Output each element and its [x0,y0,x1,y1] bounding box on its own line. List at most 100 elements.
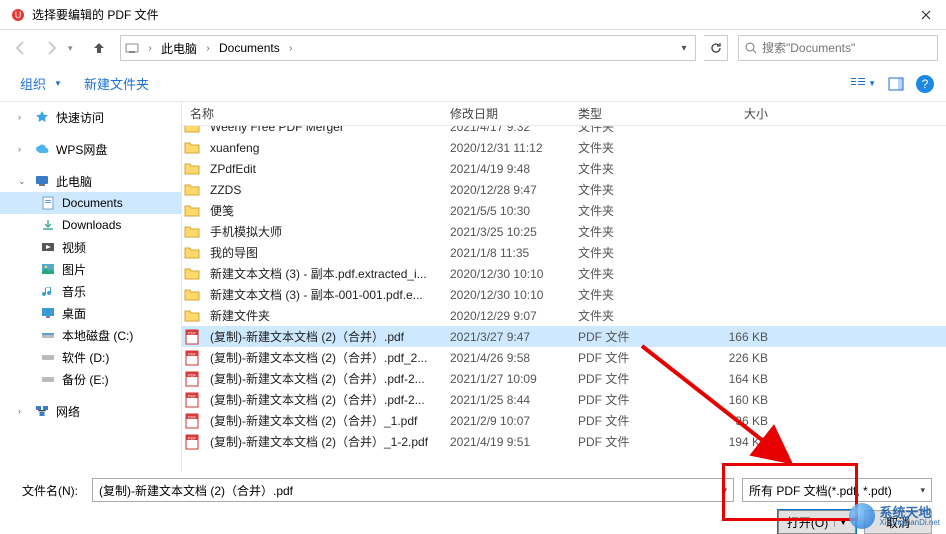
cancel-button[interactable]: 取消 [864,510,932,534]
nav-up-button[interactable] [86,35,112,61]
sidebar-item-videos[interactable]: 视频 [0,236,181,258]
sidebar-item-network[interactable]: ›网络 [0,400,181,422]
chevron-down-icon[interactable]: ▾ [722,485,727,496]
file-pane: 名称 修改日期 类型 大小 Weeny Free PDF Merger2021/… [182,102,946,472]
breadcrumb-seg-documents[interactable]: Documents [215,41,284,55]
file-row[interactable]: PDF(复制)-新建文本文档 (2)（合并）.pdf-2...2021/1/25… [182,389,946,410]
col-size[interactable]: 大小 [678,105,788,122]
refresh-button[interactable] [704,35,728,61]
chevron-down-icon[interactable]: ▾ [920,485,925,496]
file-row[interactable]: PDF(复制)-新建文本文档 (2)（合并）_1.pdf2021/2/9 10:… [182,410,946,431]
star-icon [34,109,50,125]
drive-icon [40,327,56,343]
search-icon [745,42,758,55]
file-type: 文件夹 [570,160,678,177]
file-row[interactable]: PDF(复制)-新建文本文档 (2)（合并）.pdf_2...2021/4/26… [182,347,946,368]
view-mode-button[interactable]: ▼ [844,77,882,91]
breadcrumb-root-icon [121,41,143,55]
svg-text:PDF: PDF [188,435,197,440]
pdf-icon: PDF [182,413,202,429]
sidebar-item-diskd[interactable]: 软件 (D:) [0,346,181,368]
pc-icon [34,173,50,189]
search-box[interactable] [738,35,938,61]
sidebar: ›快速访问 ›WPS网盘 ⌄此电脑 Documents Downloads 视频… [0,102,182,472]
col-type[interactable]: 类型 [570,105,678,122]
newfolder-button[interactable]: 新建文件夹 [76,70,157,97]
search-input[interactable] [762,41,931,55]
sidebar-item-music[interactable]: 音乐 [0,280,181,302]
file-row[interactable]: PDF(复制)-新建文本文档 (2)（合并）_1-2.pdf2021/4/19 … [182,431,946,452]
sidebar-item-thispc[interactable]: ⌄此电脑 [0,170,181,192]
file-date: 2021/1/27 10:09 [442,372,570,386]
filename-input[interactable]: (复制)-新建文本文档 (2)（合并）.pdf ▾ [92,478,734,502]
folder-icon [182,287,202,303]
col-name[interactable]: 名称 [182,105,442,122]
col-date[interactable]: 修改日期 [442,105,570,122]
open-button[interactable]: 打开(O) ▼ [778,510,856,534]
file-type-filter[interactable]: 所有 PDF 文档(*.pdf, *.pdt) ▾ [742,478,932,502]
sidebar-label: 视频 [62,239,86,256]
file-name: Weeny Free PDF Merger [202,126,442,134]
preview-pane-button[interactable] [882,77,910,91]
help-button[interactable]: ? [916,75,934,93]
filename-value: (复制)-新建文本文档 (2)（合并）.pdf [99,482,293,499]
chevron-right-icon: › [143,43,157,54]
sidebar-item-diskc[interactable]: 本地磁盘 (C:) [0,324,181,346]
file-type: PDF 文件 [570,370,678,387]
file-name: ZZDS [202,183,442,197]
network-icon [34,403,50,419]
file-row[interactable]: PDF(复制)-新建文本文档 (2)（合并）.pdf2021/3/27 9:47… [182,326,946,347]
file-row[interactable]: ZZDS2020/12/28 9:47文件夹 [182,179,946,200]
file-type: 文件夹 [570,286,678,303]
breadcrumb-seg-thispc[interactable]: 此电脑 [157,40,201,57]
pdf-icon: PDF [182,371,202,387]
folder-icon [182,245,202,261]
nav-history-dropdown[interactable]: ▾ [68,43,82,54]
sidebar-item-quick[interactable]: ›快速访问 [0,106,181,128]
chevron-right-icon: › [18,112,28,122]
file-size: 160 KB [678,393,788,407]
breadcrumb[interactable]: › 此电脑 › Documents › ▾ [120,35,696,61]
file-name: 新建文件夹 [202,307,442,324]
drive-icon [40,349,56,365]
desktop-icon [40,305,56,321]
file-type: 文件夹 [570,202,678,219]
music-icon [40,283,56,299]
column-headers[interactable]: 名称 修改日期 类型 大小 [182,102,946,126]
file-row[interactable]: PDF(复制)-新建文本文档 (2)（合并）.pdf-2...2021/1/27… [182,368,946,389]
file-name: 我的导图 [202,244,442,261]
folder-icon [182,224,202,240]
file-row[interactable]: xuanfeng2020/12/31 11:12文件夹 [182,137,946,158]
nav-forward-button[interactable] [38,35,64,61]
nav-back-button[interactable] [8,35,34,61]
file-row[interactable]: ZPdfEdit2021/4/19 9:48文件夹 [182,158,946,179]
chevron-down-icon[interactable]: ▼ [834,518,847,527]
chevron-right-icon: › [201,43,215,54]
sidebar-item-wps[interactable]: ›WPS网盘 [0,138,181,160]
file-list[interactable]: Weeny Free PDF Merger2021/4/17 9:32文件夹xu… [182,126,946,472]
file-row[interactable]: 手机模拟大师2021/3/25 10:25文件夹 [182,221,946,242]
file-date: 2020/12/31 11:12 [442,141,570,155]
file-row[interactable]: 我的导图2021/1/8 11:35文件夹 [182,242,946,263]
sidebar-item-pictures[interactable]: 图片 [0,258,181,280]
breadcrumb-dropdown[interactable]: ▾ [673,43,695,54]
sidebar-item-diske[interactable]: 备份 (E:) [0,368,181,390]
close-button[interactable] [906,0,946,30]
chevron-down-icon[interactable]: ▼ [54,79,62,88]
sidebar-item-desktop[interactable]: 桌面 [0,302,181,324]
folder-icon [182,203,202,219]
file-date: 2020/12/28 9:47 [442,183,570,197]
sidebar-item-documents[interactable]: Documents [0,192,181,214]
sidebar-item-downloads[interactable]: Downloads [0,214,181,236]
window-title: 选择要编辑的 PDF 文件 [32,6,906,23]
file-row[interactable]: 新建文本文档 (3) - 副本.pdf.extracted_i...2020/1… [182,263,946,284]
file-size: 164 KB [678,372,788,386]
organize-button[interactable]: 组织 [12,70,54,97]
file-row[interactable]: 新建文件夹2020/12/29 9:07文件夹 [182,305,946,326]
file-name: 便笺 [202,202,442,219]
file-date: 2021/1/25 8:44 [442,393,570,407]
file-row[interactable]: 新建文本文档 (3) - 副本-001-001.pdf.e...2020/12/… [182,284,946,305]
file-row[interactable]: 便笺2021/5/5 10:30文件夹 [182,200,946,221]
file-date: 2021/3/27 9:47 [442,330,570,344]
file-row[interactable]: Weeny Free PDF Merger2021/4/17 9:32文件夹 [182,126,946,137]
